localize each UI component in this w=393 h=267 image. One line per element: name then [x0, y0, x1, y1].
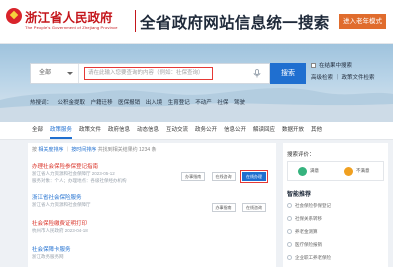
chevron-down-icon — [67, 72, 73, 75]
site-header: 浙江省人民政府 The People's Government of Zheji… — [0, 0, 393, 44]
evaluation-title: 搜索评价： — [287, 152, 315, 158]
result-item: 社会保障卡服务 浙江政务服务网 — [32, 245, 270, 260]
results-list: 按 相关度排序 ｜ 按时间排序 共找到相关结果约 1234 条 办理社会保险参保… — [28, 143, 276, 267]
result-source: 浙江政务服务网 — [32, 254, 64, 259]
hot-keyword[interactable]: 生育登记 — [168, 100, 190, 106]
unsatisfied-icon[interactable] — [344, 167, 353, 176]
search-page: 浙江省人民政府 The People's Government of Zheji… — [0, 0, 393, 267]
sort-prefix: 按 — [32, 147, 38, 153]
recommendation-label: 社会保险参保登记 — [295, 203, 331, 208]
search-scope-select[interactable]: 全部 — [31, 64, 79, 83]
consult-button[interactable]: 在线咨询 — [242, 203, 266, 212]
result-title[interactable]: 社会保障卡服务 — [32, 245, 270, 253]
hot-keywords: 热搜词： 公积金提取 户籍迁移 医保报销 出入境 生育登记 不动产 社保 驾驶 — [30, 98, 249, 106]
guide-button[interactable]: 办事指南 — [181, 172, 206, 181]
search-in-results-label: 在结果中搜索 — [319, 63, 353, 69]
recommendation-label: 医疗保险报销 — [295, 242, 322, 247]
sort-divider: ｜ — [64, 147, 70, 153]
result-item: 浙江省社会保险服务 浙江省人力资源和社会保障厅 办事指南 在线咨询 — [32, 193, 270, 212]
search-banner: 全部 请在此输入您要查询的内容（例如：社保查询） 搜索 在结果中搜索 高级检索 … — [0, 44, 393, 122]
tab-policy-service[interactable]: 政策服务 — [50, 122, 73, 139]
satisfied-label[interactable]: 满意 — [310, 168, 319, 174]
search-in-results-checkbox[interactable]: 在结果中搜索 — [311, 61, 352, 69]
result-item: 办理社会保险参保登记指南 浙江省人力资源和社会保障厅 2023-05-12 服务… — [32, 162, 270, 184]
advanced-search-links[interactable]: 高级检索 ｜ 政策文件检索 — [311, 73, 375, 81]
recommendation-item[interactable]: 社保关系转移 — [287, 216, 322, 222]
voice-search-icon[interactable] — [253, 69, 261, 78]
right-panel: 搜索评价： 满意 不满意 智能推荐 社会保险参保登记 社保关系转移 养老金测算 … — [283, 143, 388, 267]
recommendation-item[interactable]: 社会保险参保登记 — [287, 203, 331, 209]
recommendation-label: 企业职工养老保险 — [295, 255, 331, 260]
tab-news[interactable]: 动态信息 — [137, 122, 159, 139]
guide-button[interactable]: 办事指南 — [211, 203, 236, 212]
unsatisfied-label[interactable]: 不满意 — [356, 168, 370, 174]
sort-options: 按 相关度排序 ｜ 按时间排序 共找到相关结果约 1234 条 — [32, 146, 157, 153]
hot-keyword[interactable]: 驾驶 — [234, 100, 245, 106]
result-actions: 办事指南 在线咨询 在线办理 — [179, 165, 268, 183]
tab-gov-info[interactable]: 政府信息 — [108, 122, 130, 139]
tab-gov-affairs[interactable]: 政务公开 — [195, 122, 217, 139]
government-logo-text[interactable]: 浙江省人民政府 — [25, 7, 113, 26]
search-bar: 全部 请在此输入您要查询的内容（例如：社保查询） — [30, 63, 270, 84]
tab-interaction[interactable]: 互动交流 — [166, 122, 188, 139]
hot-keyword[interactable]: 户籍迁移 — [91, 100, 113, 106]
apply-online-button[interactable]: 在线办理 — [240, 170, 268, 183]
satisfied-icon[interactable] — [298, 167, 307, 176]
hot-keyword[interactable]: 公积金提取 — [58, 100, 86, 106]
tab-other[interactable]: 其他 — [311, 122, 322, 139]
hot-keyword[interactable]: 社保 — [217, 100, 228, 106]
tab-all[interactable]: 全部 — [32, 122, 43, 139]
recommendation-label: 社保关系转移 — [295, 216, 322, 221]
bullet-icon — [287, 203, 292, 208]
checkbox-icon — [311, 63, 316, 68]
bullet-icon — [287, 229, 292, 234]
sort-by-time[interactable]: 按时间排序 — [71, 147, 96, 153]
tab-open-data[interactable]: 数据开放 — [282, 122, 304, 139]
government-logo-subtitle: The People's Government of Zhejiang Prov… — [25, 25, 118, 30]
hot-keyword[interactable]: 不动产 — [195, 100, 212, 106]
search-scope-value: 全部 — [39, 70, 52, 76]
recommendation-item[interactable]: 企业职工养老保险 — [287, 255, 331, 261]
recommendation-label: 养老金测算 — [295, 229, 318, 234]
recommendation-item[interactable]: 医疗保险报销 — [287, 242, 322, 248]
result-item: 社会保险缴费证明打印 杭州市人民政府 2023-04-18 — [32, 219, 270, 234]
search-input[interactable]: 请在此输入您要查询的内容（例如：社保查询） — [84, 67, 213, 80]
tab-interpretation[interactable]: 解读回应 — [253, 122, 275, 139]
hot-keyword[interactable]: 出入境 — [146, 100, 163, 106]
national-emblem-icon — [6, 8, 22, 24]
recommendation-item[interactable]: 养老金测算 — [287, 229, 318, 235]
result-title[interactable]: 社会保险缴费证明打印 — [32, 219, 270, 227]
bullet-icon — [287, 242, 292, 247]
evaluation-card: 满意 不满意 — [287, 161, 384, 181]
bullet-icon — [287, 255, 292, 260]
hot-keywords-label: 热搜词： — [30, 100, 53, 106]
bullet-icon — [287, 216, 292, 221]
consult-button[interactable]: 在线咨询 — [211, 172, 236, 181]
tab-policy-files[interactable]: 政策文件 — [79, 122, 101, 139]
sort-by-relevance[interactable]: 相关度排序 — [38, 147, 63, 153]
recommendation-title: 智能推荐 — [287, 192, 312, 198]
result-count: 共找到相关结果约 1234 条 — [97, 147, 157, 153]
tab-info-disclosure[interactable]: 信息公开 — [224, 122, 246, 139]
category-tabs: 全部 政策服务 政策文件 政府信息 动态信息 互动交流 政务公开 信息公开 解读… — [0, 122, 393, 140]
header-divider — [135, 10, 136, 32]
page-title: 全省政府网站信息统一搜索 — [140, 14, 330, 32]
hot-keyword[interactable]: 医保报销 — [118, 100, 140, 106]
search-button[interactable]: 搜索 — [270, 63, 306, 84]
result-source: 杭州市人民政府 2023-04-18 — [32, 228, 88, 233]
elderly-mode-button[interactable]: 进入老年模式 — [339, 14, 386, 29]
result-actions: 办事指南 在线咨询 — [210, 196, 266, 214]
